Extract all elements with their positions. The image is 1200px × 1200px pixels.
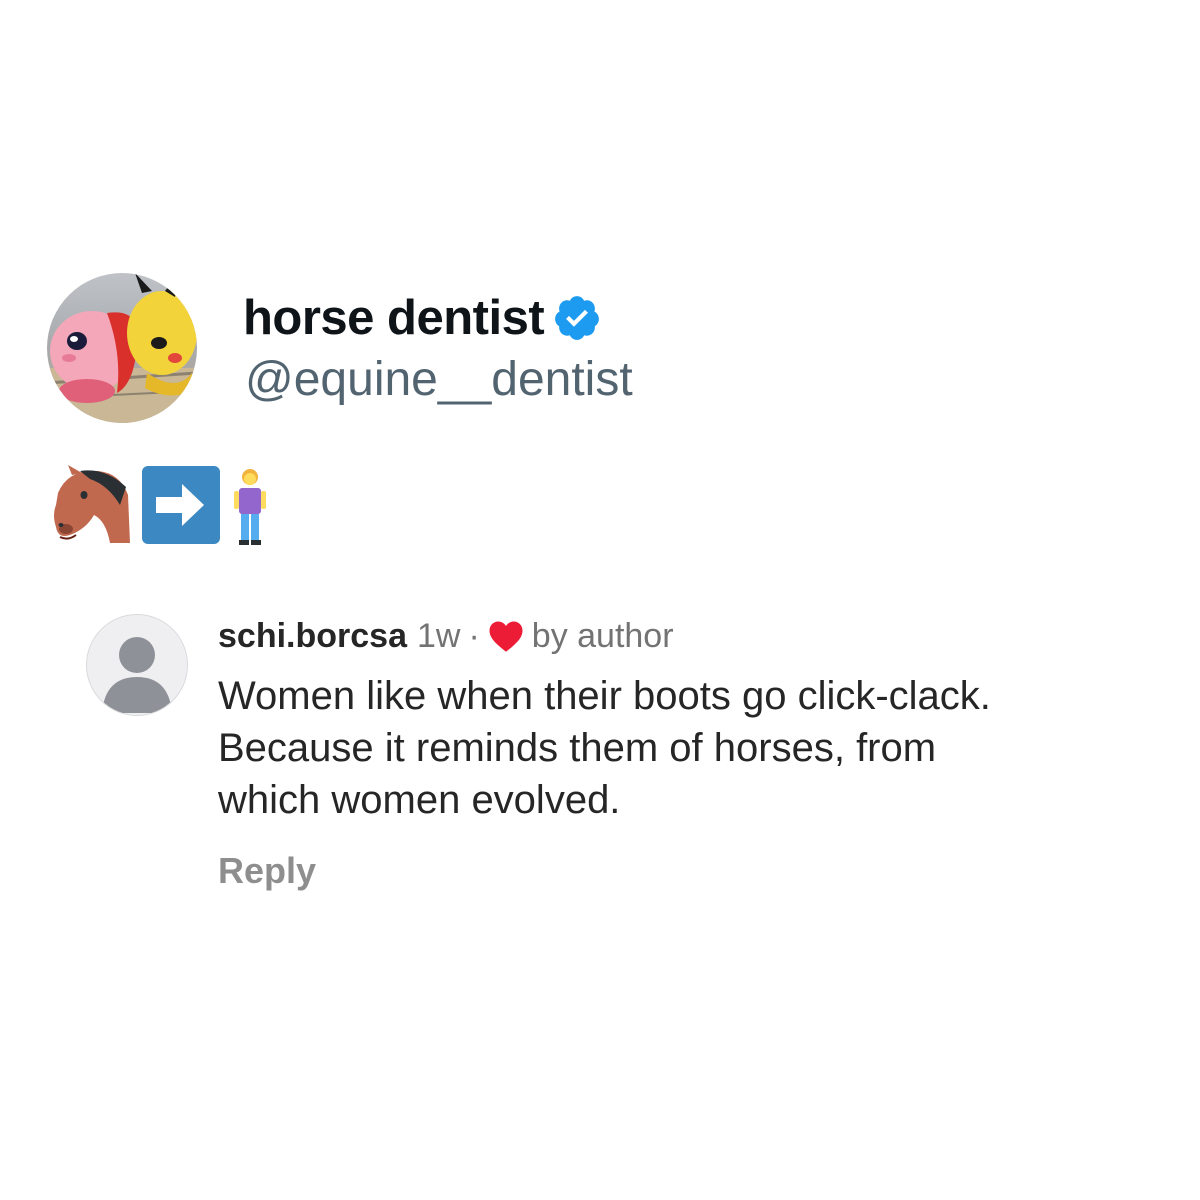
separator-dot: · — [468, 616, 480, 655]
avatar-image — [47, 273, 197, 423]
comment-line: which women evolved. — [218, 778, 621, 822]
woman-standing-emoji — [230, 464, 270, 551]
comment-line: Because it reminds them of horses, from — [218, 726, 937, 770]
display-name-row: horse dentist — [243, 288, 602, 348]
right-arrow-button-emoji — [142, 466, 220, 549]
profile-avatar[interactable] — [47, 273, 197, 423]
comment-avatar[interactable] — [86, 614, 188, 716]
comment-username[interactable]: schi.borcsa — [218, 617, 407, 656]
tweet-emoji-text — [50, 465, 280, 550]
verified-badge-icon — [552, 293, 602, 343]
display-name[interactable]: horse dentist — [243, 290, 545, 346]
reply-button[interactable]: Reply — [218, 850, 316, 892]
comment-line: Women like when their boots go click-cla… — [218, 674, 991, 718]
user-handle[interactable]: @equine__dentist — [245, 352, 633, 407]
comment-header: schi.borcsa 1w · by author — [218, 612, 674, 660]
comment-text: Women like when their boots go click-cla… — [218, 670, 1178, 826]
default-user-icon — [87, 615, 187, 715]
heart-icon — [488, 619, 524, 653]
liked-by-author-label: by author — [531, 616, 674, 655]
horse-face-emoji — [50, 465, 132, 550]
comment-timestamp: 1w — [416, 616, 461, 655]
